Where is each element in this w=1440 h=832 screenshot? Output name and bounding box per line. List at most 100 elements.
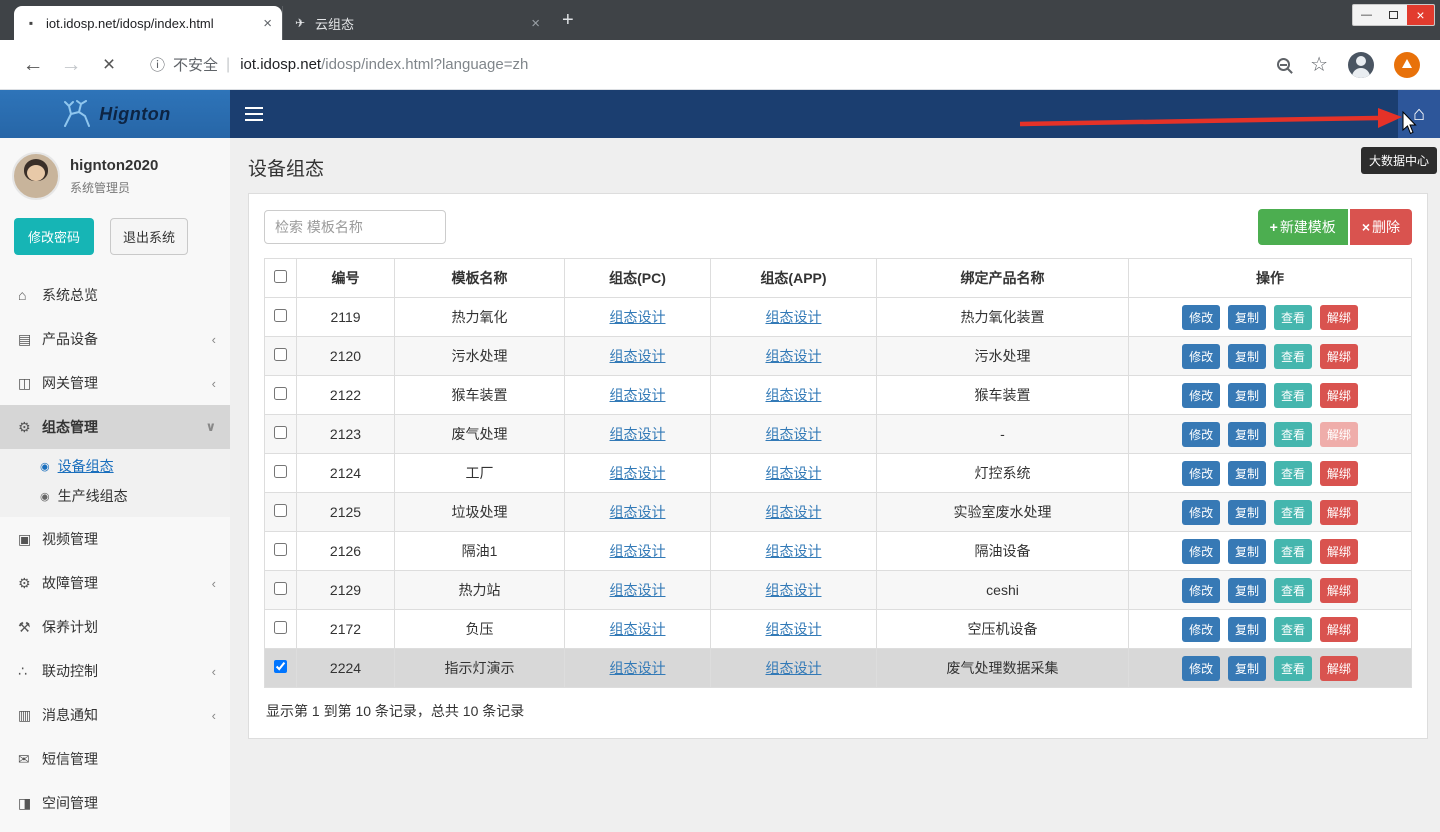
unbind-button[interactable]: 解绑 bbox=[1320, 383, 1358, 408]
unbind-button[interactable]: 解绑 bbox=[1320, 656, 1358, 681]
tab-close-icon[interactable]: × bbox=[263, 15, 272, 32]
avatar[interactable] bbox=[12, 152, 60, 200]
row-checkbox[interactable] bbox=[274, 621, 287, 634]
view-button[interactable]: 查看 bbox=[1274, 617, 1312, 642]
sidebar-item[interactable]: ◫ 网关管理 ‹ bbox=[0, 361, 230, 405]
app-design-link[interactable]: 组态设计 bbox=[766, 426, 822, 442]
zoom-icon[interactable] bbox=[1277, 58, 1290, 71]
unbind-button[interactable]: 解绑 bbox=[1320, 344, 1358, 369]
app-design-link[interactable]: 组态设计 bbox=[766, 348, 822, 364]
row-checkbox[interactable] bbox=[274, 309, 287, 322]
view-button[interactable]: 查看 bbox=[1274, 383, 1312, 408]
bookmark-star-icon[interactable]: ☆ bbox=[1310, 52, 1328, 77]
hamburger-menu-icon[interactable] bbox=[245, 113, 263, 115]
view-button[interactable]: 查看 bbox=[1274, 539, 1312, 564]
copy-button[interactable]: 复制 bbox=[1228, 539, 1266, 564]
modify-button[interactable]: 修改 bbox=[1182, 305, 1220, 330]
pc-design-link[interactable]: 组态设计 bbox=[610, 660, 666, 676]
new-template-button[interactable]: +新建模板 bbox=[1258, 209, 1348, 245]
unbind-button[interactable]: 解绑 bbox=[1320, 461, 1358, 486]
modify-button[interactable]: 修改 bbox=[1182, 578, 1220, 603]
view-button[interactable]: 查看 bbox=[1274, 578, 1312, 603]
sidebar-subitem[interactable]: ◉设备组态 bbox=[0, 451, 230, 481]
pc-design-link[interactable]: 组态设计 bbox=[610, 543, 666, 559]
bigdata-home-icon[interactable]: ⌂ bbox=[1398, 90, 1440, 138]
logout-button[interactable]: 退出系统 bbox=[110, 218, 188, 255]
view-button[interactable]: 查看 bbox=[1274, 422, 1312, 447]
row-checkbox[interactable] bbox=[274, 387, 287, 400]
sidebar-item[interactable]: ◨ 空间管理 bbox=[0, 781, 230, 825]
browser-profile-icon[interactable] bbox=[1348, 52, 1374, 78]
copy-button[interactable]: 复制 bbox=[1228, 383, 1266, 408]
modify-button[interactable]: 修改 bbox=[1182, 500, 1220, 525]
browser-update-icon[interactable] bbox=[1394, 52, 1420, 78]
browser-tab-active[interactable]: ▪ iot.idosp.net/idosp/index.html × bbox=[14, 6, 282, 40]
modify-button[interactable]: 修改 bbox=[1182, 539, 1220, 564]
row-checkbox[interactable] bbox=[274, 504, 287, 517]
sidebar-item[interactable]: ▥ 消息通知 ‹ bbox=[0, 693, 230, 737]
pc-design-link[interactable]: 组态设计 bbox=[610, 426, 666, 442]
view-button[interactable]: 查看 bbox=[1274, 344, 1312, 369]
sidebar-item[interactable]: ⚒ 保养计划 bbox=[0, 605, 230, 649]
modify-button[interactable]: 修改 bbox=[1182, 422, 1220, 447]
pc-design-link[interactable]: 组态设计 bbox=[610, 309, 666, 325]
row-checkbox[interactable] bbox=[274, 465, 287, 478]
back-button[interactable]: ← bbox=[14, 53, 52, 77]
tab-close-icon[interactable]: × bbox=[531, 15, 540, 32]
minimize-button[interactable]: — bbox=[1353, 5, 1380, 25]
app-design-link[interactable]: 组态设计 bbox=[766, 309, 822, 325]
copy-button[interactable]: 复制 bbox=[1228, 656, 1266, 681]
delete-button[interactable]: ×删除 bbox=[1350, 209, 1412, 245]
row-checkbox[interactable] bbox=[274, 660, 287, 673]
change-password-button[interactable]: 修改密码 bbox=[14, 218, 94, 255]
pc-design-link[interactable]: 组态设计 bbox=[610, 348, 666, 364]
copy-button[interactable]: 复制 bbox=[1228, 305, 1266, 330]
modify-button[interactable]: 修改 bbox=[1182, 461, 1220, 486]
app-design-link[interactable]: 组态设计 bbox=[766, 660, 822, 676]
view-button[interactable]: 查看 bbox=[1274, 500, 1312, 525]
copy-button[interactable]: 复制 bbox=[1228, 344, 1266, 369]
modify-button[interactable]: 修改 bbox=[1182, 383, 1220, 408]
modify-button[interactable]: 修改 bbox=[1182, 344, 1220, 369]
sidebar-item[interactable]: ⚙ 组态管理 ∨ bbox=[0, 405, 230, 449]
app-design-link[interactable]: 组态设计 bbox=[766, 465, 822, 481]
pc-design-link[interactable]: 组态设计 bbox=[610, 387, 666, 403]
copy-button[interactable]: 复制 bbox=[1228, 617, 1266, 642]
unbind-button[interactable]: 解绑 bbox=[1320, 578, 1358, 603]
unbind-button[interactable]: 解绑 bbox=[1320, 305, 1358, 330]
sidebar-item[interactable]: ⚙ 故障管理 ‹ bbox=[0, 561, 230, 605]
row-checkbox[interactable] bbox=[274, 543, 287, 556]
select-all-checkbox[interactable] bbox=[274, 270, 287, 283]
sidebar-item[interactable]: ▤ 产品设备 ‹ bbox=[0, 317, 230, 361]
copy-button[interactable]: 复制 bbox=[1228, 500, 1266, 525]
view-button[interactable]: 查看 bbox=[1274, 461, 1312, 486]
app-design-link[interactable]: 组态设计 bbox=[766, 543, 822, 559]
unbind-button[interactable]: 解绑 bbox=[1320, 422, 1358, 447]
close-button[interactable]: × bbox=[1407, 5, 1434, 25]
search-input[interactable] bbox=[264, 210, 446, 244]
unbind-button[interactable]: 解绑 bbox=[1320, 500, 1358, 525]
sidebar-item[interactable]: ▣ 视频管理 bbox=[0, 517, 230, 561]
restore-button[interactable] bbox=[1380, 5, 1407, 25]
copy-button[interactable]: 复制 bbox=[1228, 461, 1266, 486]
row-checkbox[interactable] bbox=[274, 582, 287, 595]
copy-button[interactable]: 复制 bbox=[1228, 422, 1266, 447]
row-checkbox[interactable] bbox=[274, 348, 287, 361]
copy-button[interactable]: 复制 bbox=[1228, 578, 1266, 603]
view-button[interactable]: 查看 bbox=[1274, 305, 1312, 330]
sidebar-subitem[interactable]: ◉生产线组态 bbox=[0, 481, 230, 511]
info-icon[interactable]: ⓘ bbox=[150, 54, 165, 75]
unbind-button[interactable]: 解绑 bbox=[1320, 617, 1358, 642]
logo-block[interactable]: Hignton bbox=[0, 90, 230, 138]
app-design-link[interactable]: 组态设计 bbox=[766, 504, 822, 520]
app-design-link[interactable]: 组态设计 bbox=[766, 621, 822, 637]
address-bar[interactable]: ⓘ 不安全 | iot.idosp.net /idosp/index.html?… bbox=[150, 54, 1277, 75]
view-button[interactable]: 查看 bbox=[1274, 656, 1312, 681]
pc-design-link[interactable]: 组态设计 bbox=[610, 465, 666, 481]
stop-button[interactable]: × bbox=[90, 53, 128, 77]
sidebar-item[interactable]: ✉ 短信管理 bbox=[0, 737, 230, 781]
modify-button[interactable]: 修改 bbox=[1182, 656, 1220, 681]
app-design-link[interactable]: 组态设计 bbox=[766, 387, 822, 403]
forward-button[interactable]: → bbox=[52, 53, 90, 77]
pc-design-link[interactable]: 组态设计 bbox=[610, 504, 666, 520]
